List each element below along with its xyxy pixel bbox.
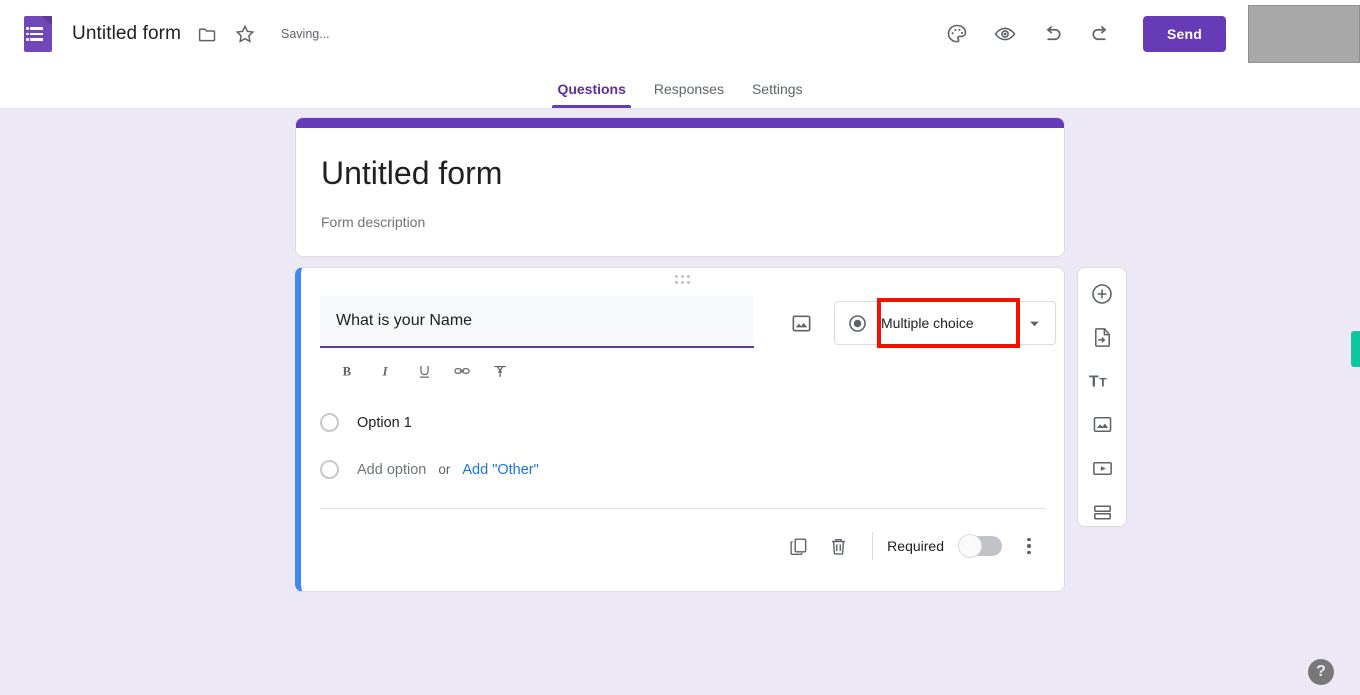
tab-settings[interactable]: Settings (738, 81, 817, 108)
duplicate-icon[interactable] (778, 526, 818, 566)
save-status: Saving... (281, 27, 330, 41)
clear-formatting-icon[interactable] (489, 360, 511, 382)
add-option-label[interactable]: Add option (357, 462, 426, 478)
more-vertical-icon[interactable] (1012, 529, 1046, 563)
question-top-row: B I (320, 296, 1056, 382)
add-question-icon[interactable] (1085, 280, 1119, 308)
required-toggle[interactable] (958, 534, 1002, 558)
logo-list-lines (26, 27, 43, 41)
svg-text:T: T (1089, 374, 1099, 391)
link-icon[interactable] (451, 360, 473, 382)
help-button[interactable]: ? (1308, 659, 1334, 685)
redo-icon[interactable] (1081, 14, 1121, 54)
question-type-select[interactable]: Multiple choice (834, 298, 1056, 348)
tab-questions[interactable]: Questions (543, 81, 639, 108)
svg-text:I: I (382, 365, 389, 379)
top-bar: Untitled form Saving... Send (0, 0, 1360, 68)
chevron-down-icon (1028, 317, 1041, 330)
underline-icon[interactable] (413, 360, 435, 382)
form-header-card[interactable]: Untitled form Form description (295, 117, 1065, 257)
header-accent-bar (296, 118, 1064, 128)
bold-icon[interactable]: B (337, 360, 359, 382)
palette-icon[interactable] (937, 14, 977, 54)
card-divider (320, 508, 1046, 509)
radio-circle-icon (320, 413, 339, 432)
trash-icon[interactable] (818, 526, 858, 566)
insert-image-icon[interactable] (784, 306, 818, 340)
add-video-icon[interactable] (1085, 455, 1119, 483)
form-title-heading[interactable]: Untitled form (321, 155, 1064, 192)
svg-text:T: T (1099, 376, 1107, 390)
svg-text:B: B (343, 365, 352, 379)
italic-icon[interactable]: I (375, 360, 397, 382)
formatting-toolbar: B I (337, 360, 754, 382)
question-input-group: B I (320, 296, 754, 382)
undo-icon[interactable] (1033, 14, 1073, 54)
tab-bar: Questions Responses Settings (0, 68, 1360, 109)
eye-icon[interactable] (985, 14, 1025, 54)
add-section-icon[interactable] (1085, 498, 1119, 526)
add-option-row[interactable]: Add option or Add "Other" (320, 460, 539, 479)
tab-responses[interactable]: Responses (640, 81, 738, 108)
add-image-icon[interactable] (1085, 411, 1119, 439)
radio-circle-icon (320, 460, 339, 479)
required-label: Required (887, 538, 944, 554)
drag-handle-icon[interactable] (301, 275, 1064, 284)
form-description-field[interactable]: Form description (321, 214, 1064, 230)
question-text-input[interactable] (320, 296, 754, 348)
question-type-label: Multiple choice (881, 315, 974, 331)
folder-icon[interactable] (195, 22, 219, 46)
radio-button-icon (847, 313, 868, 334)
question-footer-actions: Required (778, 526, 1046, 566)
add-other-link[interactable]: Add "Other" (462, 462, 538, 478)
import-questions-icon[interactable] (1085, 324, 1119, 352)
option-row[interactable]: Option 1 (320, 413, 412, 432)
form-title-input[interactable]: Untitled form (72, 23, 181, 45)
or-separator-label: or (438, 462, 451, 477)
form-canvas: Untitled form Form description B (0, 109, 1360, 695)
google-forms-icon[interactable] (24, 16, 52, 52)
star-icon[interactable] (233, 22, 257, 46)
add-title-icon[interactable]: T T (1085, 367, 1119, 395)
side-panel-edge-tab[interactable] (1351, 331, 1360, 367)
question-card[interactable]: B I (295, 267, 1065, 592)
send-button[interactable]: Send (1142, 16, 1226, 52)
action-separator (872, 532, 874, 560)
option-label[interactable]: Option 1 (357, 415, 412, 431)
toggle-knob (958, 534, 982, 558)
add-item-toolbar: T T (1077, 267, 1127, 527)
account-avatar-placeholder[interactable] (1248, 5, 1360, 63)
